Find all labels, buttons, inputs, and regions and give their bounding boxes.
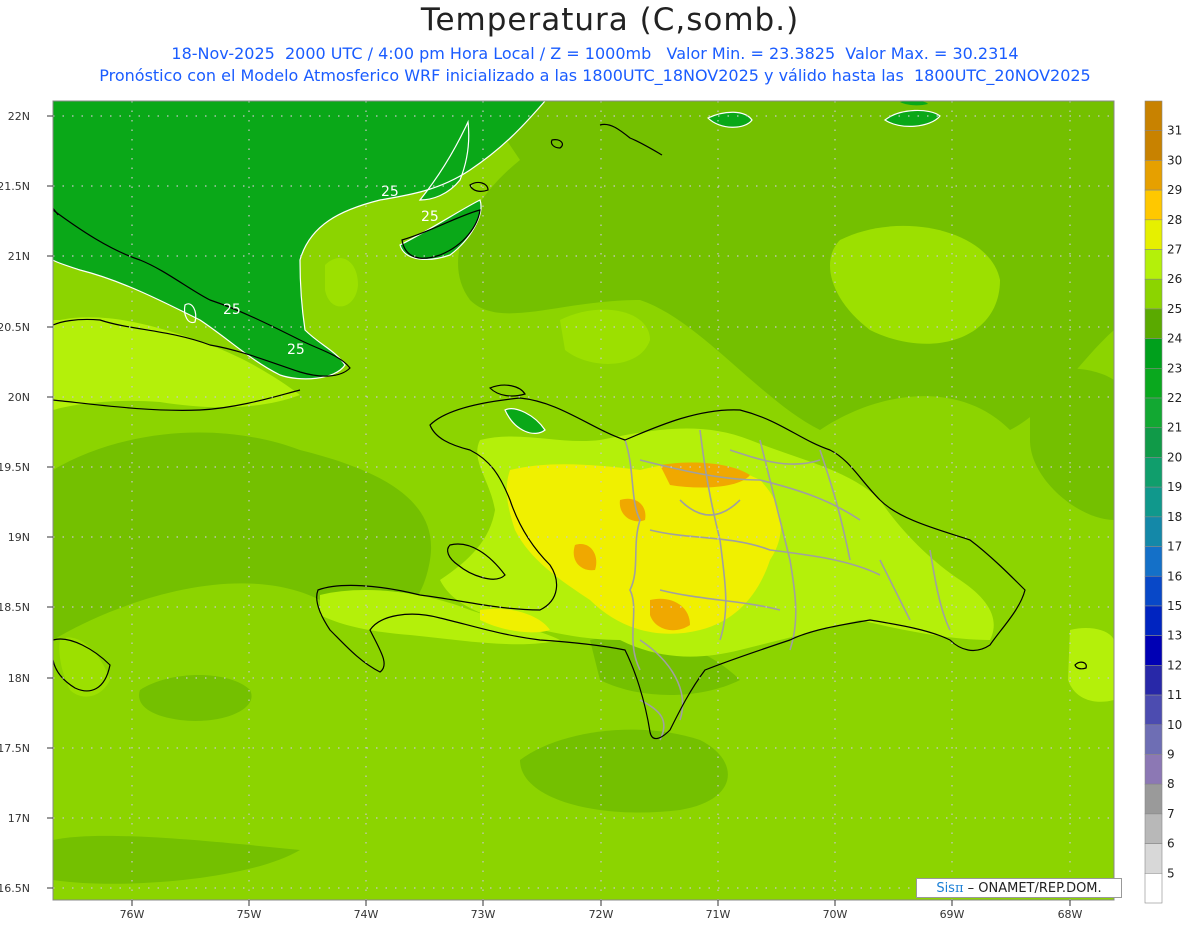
colorbar-label: 17 — [1167, 540, 1182, 554]
colorbar-swatch — [1144, 665, 1163, 696]
colorbar-swatch — [1144, 308, 1163, 339]
colorbar-swatch — [1144, 754, 1163, 785]
lon-label: 71W — [706, 908, 731, 921]
colorbar-swatch — [1144, 813, 1163, 844]
colorbar-label: 15 — [1167, 599, 1182, 613]
lat-label: 16.5N — [0, 882, 30, 895]
contour-label-25: 25 — [421, 209, 439, 225]
latitude-axis: 22N 21.5N 21N 20.5N 20N 19.5N 19N 18.5N … — [0, 110, 53, 895]
colorbar-label: 10 — [1167, 718, 1182, 732]
colorbar-swatch — [1144, 397, 1163, 429]
lat-label: 20N — [8, 391, 30, 404]
colorbar-label: 7 — [1167, 807, 1175, 821]
lat-label: 17.5N — [0, 742, 30, 755]
colorbar-swatch — [1144, 605, 1163, 636]
lon-label: 75W — [237, 908, 262, 921]
longitude-axis: 76W 75W 74W 73W 72W 71W 70W 69W 68W — [120, 900, 1083, 921]
lon-label: 72W — [589, 908, 614, 921]
colorbar-swatch — [1144, 843, 1163, 874]
lat-label: 21N — [8, 250, 30, 263]
colorbar-swatch — [1144, 100, 1163, 132]
lat-label: 21.5N — [0, 180, 30, 193]
colorbar-swatch — [1144, 278, 1163, 310]
colorbar-swatch — [1144, 575, 1163, 607]
colorbar-label: 19 — [1167, 480, 1182, 494]
contour-label-25: 25 — [223, 302, 241, 318]
credit-box: Sisπ – ONAMET/REP.DOM. — [916, 878, 1122, 898]
colorbar-label: 20 — [1167, 450, 1182, 464]
colorbar-swatch — [1144, 338, 1163, 369]
colorbar-label: 5 — [1167, 866, 1175, 880]
colorbar-label: 18 — [1167, 510, 1182, 524]
colorbar-swatch — [1144, 457, 1163, 488]
colorbar: 31 30 29 28 27 26 25 24 23 22 21 20 19 18 17 16 15 13 12 11… — [1144, 100, 1182, 904]
colorbar-swatch — [1144, 189, 1163, 221]
colorbar-swatch — [1144, 486, 1163, 518]
colorbar-label: 26 — [1167, 272, 1182, 286]
colorbar-label: 8 — [1167, 777, 1175, 791]
colorbar-label: 30 — [1167, 153, 1182, 167]
colorbar-swatch — [1144, 516, 1163, 547]
colorbar-label: 6 — [1167, 837, 1175, 851]
colorbar-swatch — [1144, 635, 1163, 666]
colorbar-label: 24 — [1167, 332, 1182, 346]
colorbar-swatch — [1144, 427, 1163, 458]
lat-label: 22N — [8, 110, 30, 123]
colorbar-label: 16 — [1167, 569, 1182, 583]
lon-label: 76W — [120, 908, 145, 921]
lat-label: 19N — [8, 531, 30, 544]
colorbar-label: 27 — [1167, 243, 1182, 257]
colorbar-swatch — [1144, 724, 1163, 755]
colorbar-swatch — [1144, 160, 1163, 191]
colorbar-label: 22 — [1167, 391, 1182, 405]
credit-text: – ONAMET/REP.DOM. — [967, 881, 1102, 896]
colorbar-swatch — [1144, 872, 1163, 904]
lon-label: 69W — [940, 908, 965, 921]
colorbar-swatch — [1144, 130, 1163, 161]
contour-label-25: 25 — [287, 342, 305, 358]
lat-label: 17N — [8, 812, 30, 825]
colorbar-swatch — [1144, 546, 1163, 577]
temperature-map: 25 25 25 25 22N 21.5N 21N 20.5N 20N 19.5… — [0, 100, 1182, 921]
colorbar-swatch — [1144, 249, 1163, 280]
lat-label: 18.5N — [0, 601, 30, 614]
colorbar-label: 12 — [1167, 658, 1182, 672]
lat-label: 19.5N — [0, 461, 30, 474]
lat-label: 20.5N — [0, 321, 30, 334]
colorbar-swatch — [1144, 368, 1163, 399]
colorbar-label: 23 — [1167, 361, 1182, 375]
lon-label: 74W — [354, 908, 379, 921]
lon-label: 68W — [1058, 908, 1083, 921]
colorbar-label: 28 — [1167, 213, 1182, 227]
colorbar-label: 21 — [1167, 421, 1182, 435]
colorbar-swatch — [1144, 694, 1163, 726]
lat-label: 18N — [8, 672, 30, 685]
colorbar-swatch — [1144, 219, 1163, 250]
credit-brand-pi: π — [954, 881, 964, 896]
colorbar-label: 11 — [1167, 688, 1182, 702]
lon-label: 70W — [823, 908, 848, 921]
colorbar-label: 25 — [1167, 302, 1182, 316]
colorbar-label: 31 — [1167, 124, 1182, 138]
map-plot-area: 25 25 25 25 — [53, 101, 1114, 900]
credit-brand: Sis — [936, 881, 955, 896]
colorbar-label: 9 — [1167, 747, 1175, 761]
colorbar-swatch — [1144, 783, 1163, 815]
colorbar-label: 13 — [1167, 629, 1182, 643]
lon-label: 73W — [471, 908, 496, 921]
colorbar-label: 29 — [1167, 183, 1182, 197]
